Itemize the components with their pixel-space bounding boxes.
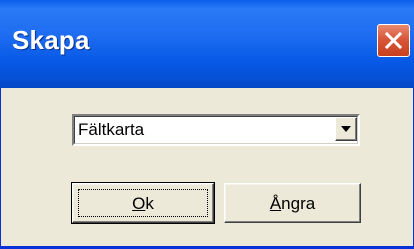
- chevron-down-icon: [341, 126, 351, 132]
- type-dropdown[interactable]: Fältkarta: [72, 114, 360, 146]
- dialog-window: Skapa Fältkarta Ok Ångra: [0, 0, 414, 249]
- close-button[interactable]: [377, 24, 410, 57]
- ok-accelerator: O: [132, 194, 146, 213]
- title-bar[interactable]: Skapa: [0, 0, 414, 88]
- ok-button-label: Ok: [73, 194, 213, 214]
- cancel-label-rest: ngra: [281, 194, 316, 213]
- dropdown-arrow-button[interactable]: [335, 117, 357, 141]
- close-icon: [384, 31, 403, 50]
- window-title: Skapa: [12, 25, 90, 55]
- ok-label-rest: k: [145, 194, 154, 213]
- ok-button[interactable]: Ok: [71, 182, 215, 224]
- dropdown-value: Fältkarta: [78, 120, 145, 139]
- cancel-accelerator: Å: [269, 194, 282, 213]
- cancel-button-label: Ångra: [225, 194, 360, 214]
- cancel-button[interactable]: Ångra: [224, 183, 361, 223]
